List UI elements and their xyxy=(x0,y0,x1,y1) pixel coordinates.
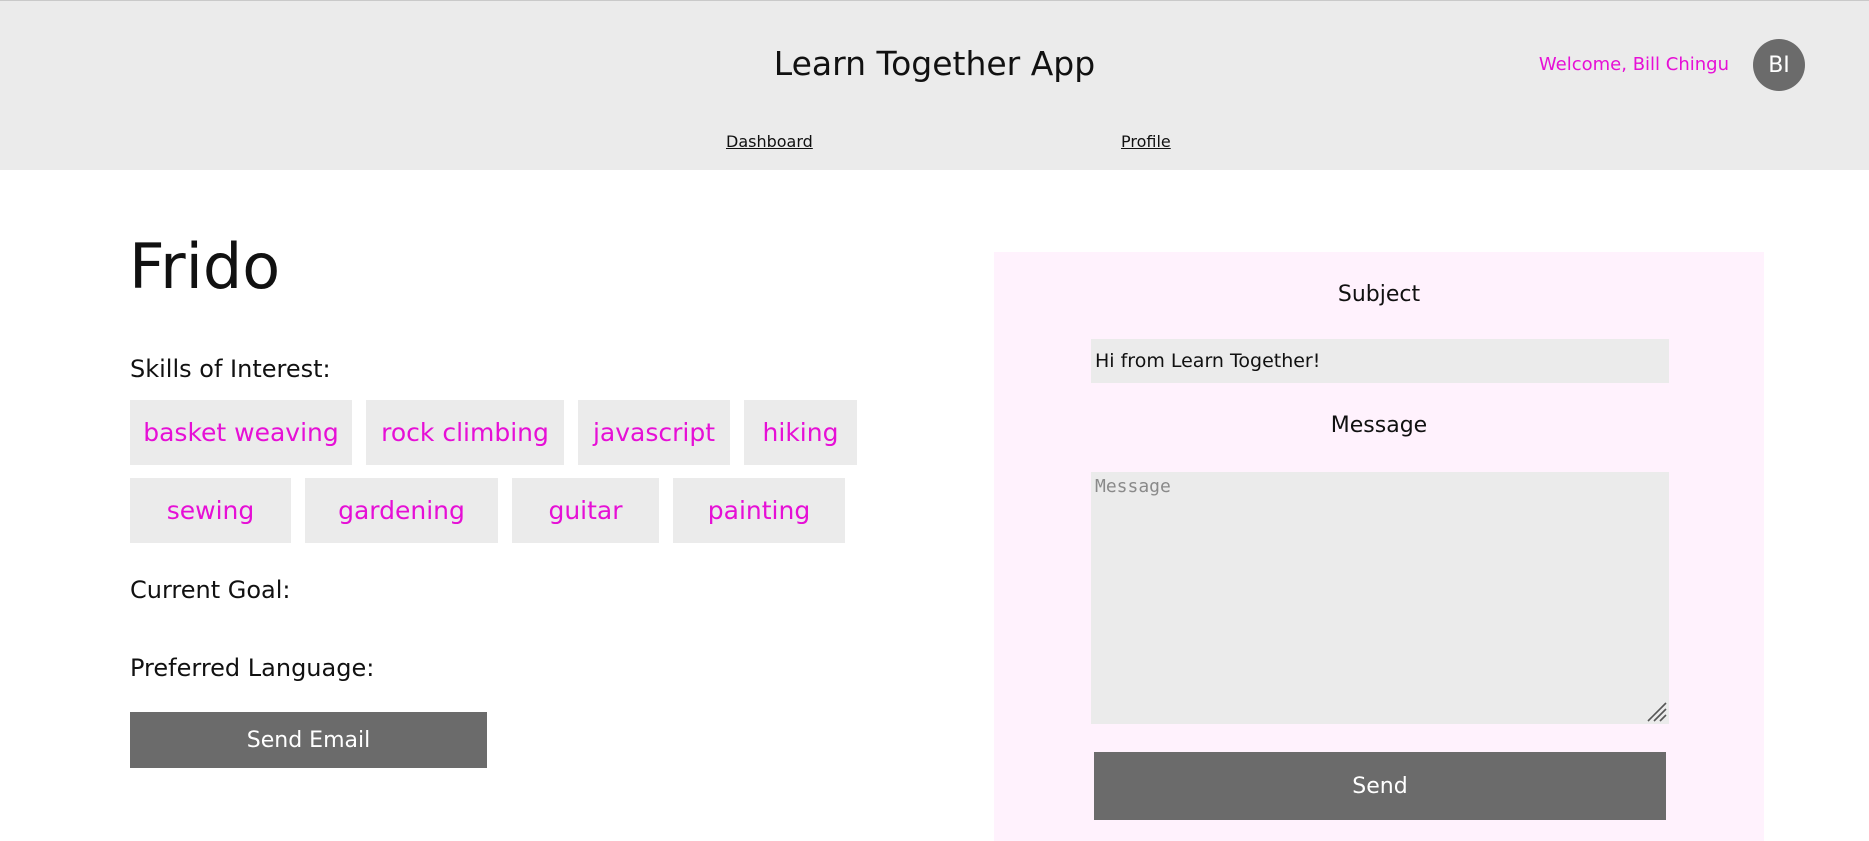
resize-handle-icon[interactable] xyxy=(1645,700,1667,722)
skills-list: basket weaving rock climbing javascript … xyxy=(130,400,860,465)
skill-tag[interactable]: javascript xyxy=(578,400,730,465)
app-header: Learn Together App Welcome, Bill Chingu … xyxy=(0,1,1869,170)
skill-tag[interactable]: sewing xyxy=(130,478,291,543)
skill-tag[interactable]: rock climbing xyxy=(366,400,564,465)
preferred-language-label: Preferred Language: xyxy=(130,654,375,682)
skills-label: Skills of Interest: xyxy=(130,355,331,383)
skill-tag[interactable]: guitar xyxy=(512,478,659,543)
skill-tag[interactable]: basket weaving xyxy=(130,400,352,465)
send-email-button[interactable]: Send Email xyxy=(130,712,487,768)
email-form-panel: Subject Message Send xyxy=(994,252,1764,841)
skills-list: sewing gardening guitar painting xyxy=(130,478,860,543)
skill-tag[interactable]: hiking xyxy=(744,400,857,465)
skill-tag[interactable]: painting xyxy=(673,478,845,543)
nav-dashboard-link[interactable]: Dashboard xyxy=(726,132,813,151)
welcome-text: Welcome, Bill Chingu xyxy=(1538,54,1729,75)
subject-input[interactable] xyxy=(1091,339,1669,383)
nav-profile-link[interactable]: Profile xyxy=(1121,132,1171,151)
profile-name: Frido xyxy=(129,230,281,303)
subject-label: Subject xyxy=(1337,282,1421,307)
message-textarea[interactable] xyxy=(1091,472,1669,724)
send-button[interactable]: Send xyxy=(1094,752,1666,820)
skill-tag[interactable]: gardening xyxy=(305,478,498,543)
message-label: Message xyxy=(1330,413,1428,438)
avatar[interactable]: BI xyxy=(1753,39,1805,91)
current-goal-label: Current Goal: xyxy=(130,576,291,604)
